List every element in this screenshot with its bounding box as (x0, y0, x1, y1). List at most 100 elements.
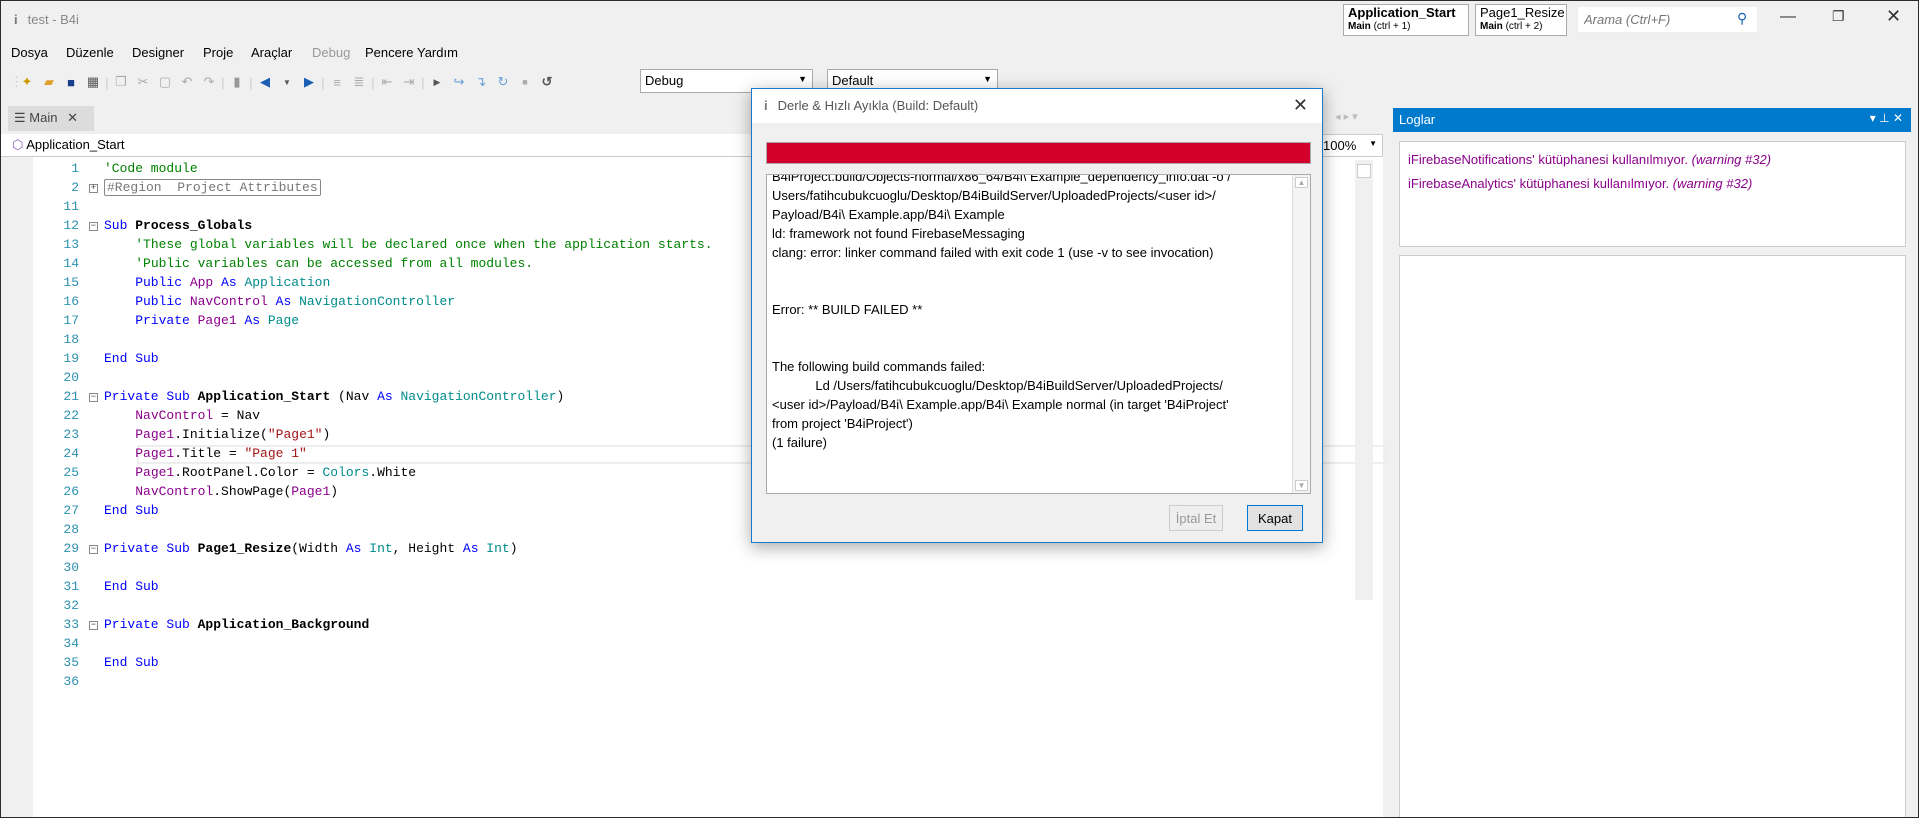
build-target-value: Default (832, 73, 874, 88)
zoom-value: 100% (1323, 138, 1357, 153)
line-number: 30 (63, 560, 79, 575)
close-button[interactable]: Kapat (1247, 505, 1303, 531)
close-window-button[interactable]: ✕ (1886, 6, 1901, 27)
collapse-icon[interactable]: − (89, 545, 98, 554)
window-title-text: test - B4i (27, 12, 79, 27)
comment-icon[interactable]: ≡ (326, 75, 348, 90)
menu-proje[interactable]: Proje (203, 45, 233, 60)
menu-araclar[interactable]: Araçlar (251, 45, 292, 60)
save-icon[interactable]: ■ (60, 75, 82, 90)
quick-tab-application-start[interactable]: Application_Start Main (ctrl + 1) (1343, 4, 1469, 36)
menu-designer[interactable]: Designer (132, 45, 184, 60)
open-folder-icon[interactable]: ▰ (38, 74, 60, 90)
search-input[interactable] (1577, 6, 1758, 33)
new-file-icon[interactable]: ✦ (16, 74, 38, 90)
close-dialog-icon[interactable]: ✕ (1293, 95, 1308, 116)
copy-icon[interactable]: ❐ (110, 74, 132, 90)
code-token: Process_Globals (135, 218, 253, 233)
code-token: 'Code module (104, 161, 198, 176)
chevron-down-icon: ▼ (983, 74, 992, 84)
menu-yardim[interactable]: Yardım (417, 45, 458, 60)
close-panel-icon[interactable]: ✕ (1893, 111, 1903, 125)
scroll-down-icon[interactable]: ▼ (1295, 480, 1308, 491)
outdent-icon[interactable]: ⇤ (376, 74, 398, 90)
bookmark-icon[interactable]: ▮ (226, 74, 248, 90)
dialog-titlebar: i Derle & Hızlı Ayıkla (Build: Default) ✕ (752, 89, 1322, 123)
paste-icon[interactable]: ▢ (154, 74, 176, 90)
step-over-icon[interactable]: ↪ (448, 74, 470, 90)
restore-button[interactable]: ❐ (1832, 8, 1845, 25)
log-scrollbar[interactable]: ▲ ▼ (1292, 175, 1310, 493)
code-line: Page1.Title = "Page 1" (104, 446, 307, 461)
code-token: End Sub (104, 351, 159, 366)
step-into-icon[interactable]: ↴ (470, 74, 492, 90)
log-item[interactable]: iFirebaseNotifications' kütüphanesi kull… (1408, 148, 1897, 172)
collapse-icon[interactable]: − (89, 222, 98, 231)
build-log-textbox[interactable]: B4iProject.build/Objects-normal/x86_64/B… (766, 174, 1311, 494)
line-number: 32 (63, 598, 79, 613)
redo-icon[interactable]: ↷ (198, 74, 220, 90)
close-tab-icon[interactable]: ✕ (67, 110, 78, 125)
minimize-button[interactable]: — (1780, 8, 1796, 26)
back-icon[interactable]: ◀ (254, 74, 276, 90)
scroll-thumb[interactable] (1357, 164, 1371, 178)
cancel-button[interactable]: İptal Et (1169, 505, 1223, 531)
editor-margin (0, 157, 33, 818)
indent-icon[interactable]: ⇥ (398, 74, 420, 90)
forward-icon[interactable]: ▶ (298, 74, 320, 90)
code-token: "Page 1" (244, 446, 307, 461)
menu-pencere[interactable]: Pencere (365, 45, 413, 60)
quick-tab-shortcut: (ctrl + 2) (1505, 21, 1543, 32)
restart-icon[interactable]: ↺ (536, 74, 558, 90)
save-all-icon[interactable]: ▦ (82, 74, 104, 90)
code-token: (Nav (330, 389, 378, 404)
line-number: 28 (63, 522, 79, 537)
run-icon[interactable]: ▶ (426, 77, 448, 88)
code-line: Private Page1 As Page (104, 313, 299, 328)
stop-icon[interactable]: ■ (514, 77, 536, 87)
code-token: As (462, 541, 487, 556)
zoom-select[interactable]: 100% ▼ (1318, 134, 1383, 157)
code-token: = Nav (213, 408, 261, 423)
collapse-icon[interactable]: − (89, 393, 98, 402)
log-item[interactable]: iFirebaseAnalytics' kütüphanesi kullanıl… (1408, 172, 1897, 196)
pin-icon[interactable]: ⊥ (1879, 111, 1889, 125)
code-token: As (275, 294, 300, 309)
code-token: Private (104, 313, 198, 328)
code-line: 'These global variables will be declared… (104, 237, 712, 252)
tab-nav-arrows[interactable]: ◂ ▸ ▾ (1335, 110, 1358, 123)
dropdown-icon[interactable]: ▾ (1870, 111, 1876, 125)
cut-icon[interactable]: ✂ (132, 74, 154, 90)
quick-tab-shortcut: (ctrl + 1) (1373, 21, 1411, 32)
editor-scrollbar[interactable] (1355, 160, 1373, 600)
undo-icon[interactable]: ↶ (176, 74, 198, 90)
chevron-down-icon[interactable]: ▼ (276, 78, 298, 87)
quick-tab-page1-resize[interactable]: Page1_Resize Main (ctrl + 2) (1475, 4, 1567, 36)
code-token: End Sub (104, 503, 159, 518)
code-token: Page1 (135, 427, 175, 442)
code-token: ) (509, 541, 518, 556)
step-out-icon[interactable]: ↻ (492, 74, 514, 90)
line-number: 36 (63, 674, 79, 689)
code-line: Page1.RootPanel.Color = Colors.White (104, 465, 416, 480)
search-icon[interactable]: ⚲ (1737, 10, 1747, 27)
uncomment-icon[interactable]: ≣ (348, 74, 370, 90)
code-token: Private Sub (104, 541, 198, 556)
menu-duzenle[interactable]: Düzenle (66, 45, 114, 60)
code-token: Application_Start (197, 389, 331, 404)
code-line: End Sub (104, 503, 159, 518)
quick-tab-name: Page1_Resize (1480, 5, 1565, 20)
menu-dosya[interactable]: Dosya (11, 45, 48, 60)
code-token: , Height (392, 541, 463, 556)
collapse-icon[interactable]: − (89, 621, 98, 630)
code-token: NavControl (135, 408, 214, 423)
line-number: 12 (63, 218, 79, 233)
menu-debug[interactable]: Debug (312, 45, 350, 60)
scroll-up-icon[interactable]: ▲ (1295, 177, 1308, 188)
tab-main[interactable]: ☰ Main ✕ (8, 106, 94, 131)
code-token: NavigationController (400, 389, 557, 404)
line-number: 20 (63, 370, 79, 385)
expand-icon[interactable]: + (89, 184, 98, 193)
code-line: NavControl.ShowPage(Page1) (104, 484, 338, 499)
